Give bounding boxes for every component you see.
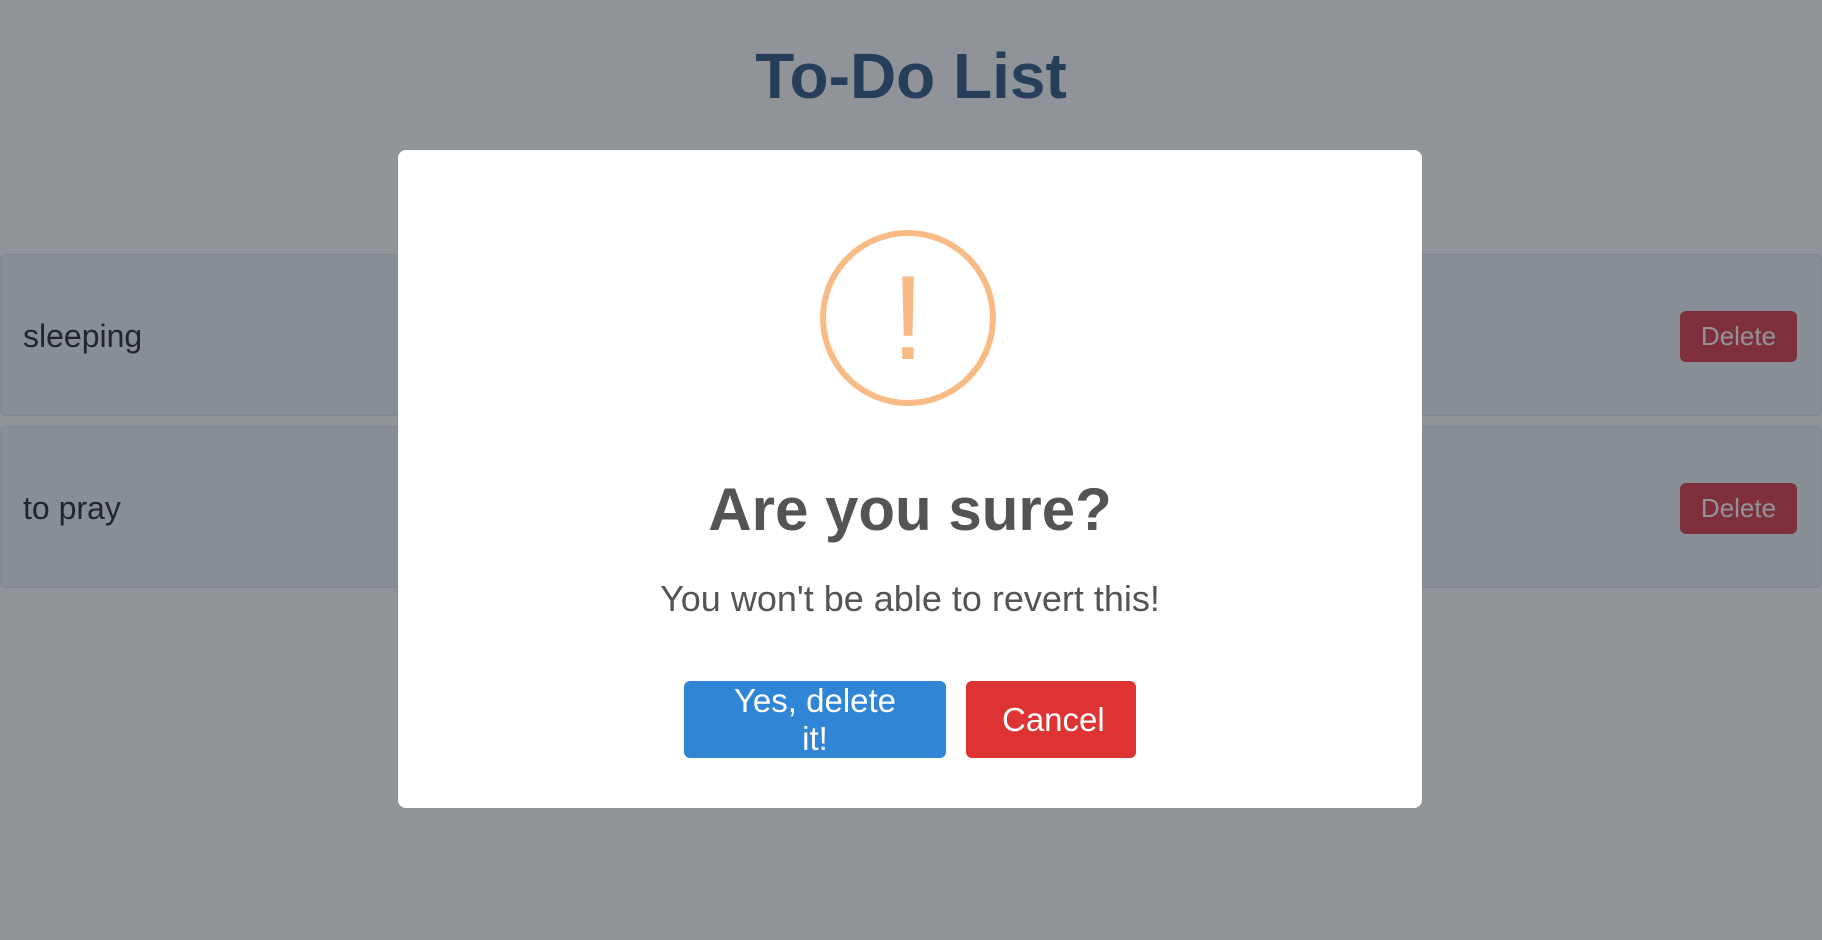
dialog-message: You won't be able to revert this! bbox=[660, 578, 1160, 619]
warning-icon: ! bbox=[820, 230, 996, 406]
dialog-actions: Yes, delete it! Cancel bbox=[398, 681, 1422, 758]
modal-backdrop[interactable]: ! Are you sure? You won't be able to rev… bbox=[0, 0, 1822, 940]
dialog-title: Are you sure? bbox=[708, 476, 1112, 543]
cancel-button[interactable]: Cancel bbox=[966, 681, 1136, 758]
todo-app: To-Do List sleeping Delete to pray Delet… bbox=[0, 0, 1822, 940]
confirm-dialog: ! Are you sure? You won't be able to rev… bbox=[398, 150, 1422, 808]
confirm-delete-button[interactable]: Yes, delete it! bbox=[684, 681, 946, 758]
